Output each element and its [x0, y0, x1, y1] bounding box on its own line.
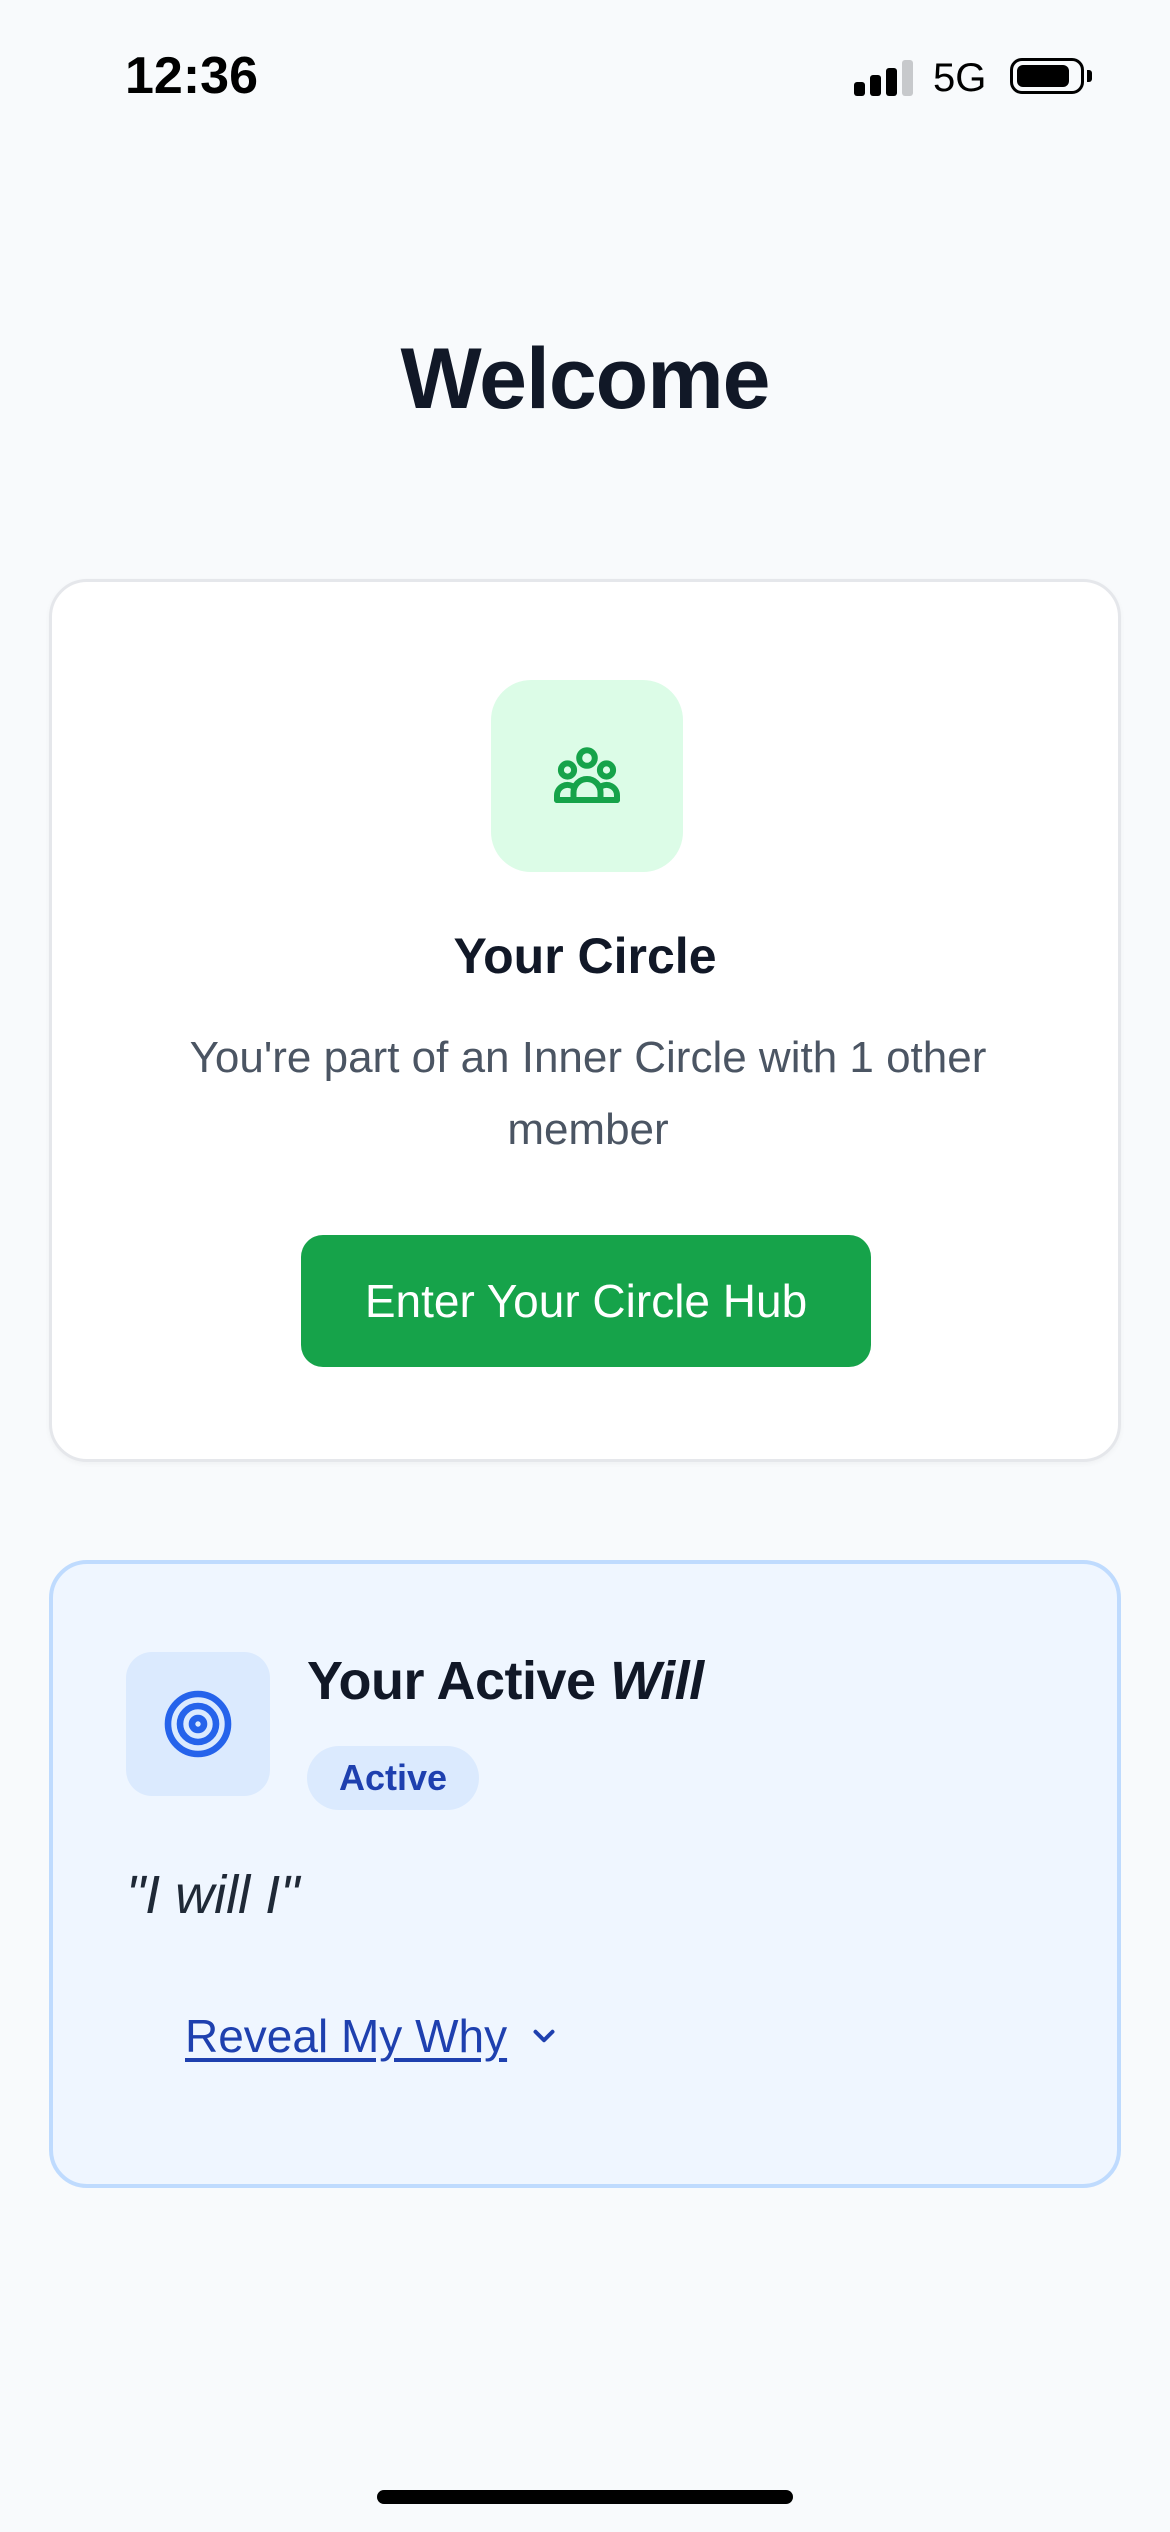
home-indicator[interactable] — [377, 2490, 793, 2504]
status-bar: 12:36 5G — [0, 0, 1170, 150]
circle-card: Your Circle You're part of an Inner Circ… — [49, 579, 1121, 1462]
reveal-my-why-label: Reveal My Why — [185, 2010, 508, 2062]
will-quote: "I will I" — [126, 1865, 300, 1925]
circle-icon-container — [491, 680, 683, 872]
group-people-icon — [553, 747, 621, 803]
active-will-card: Your Active Will Active "I will I" Revea… — [49, 1560, 1121, 2188]
reveal-my-why-link[interactable]: Reveal My Why — [185, 2009, 561, 2063]
status-time: 12:36 — [125, 47, 258, 105]
page-title: Welcome — [400, 331, 771, 427]
circle-description: You're part of an Inner Circle with 1 ot… — [189, 1033, 987, 1154]
signal-strength-icon — [854, 60, 916, 96]
will-title-emphasis: Will — [610, 1651, 704, 1711]
network-type: 5G — [933, 56, 987, 100]
enter-circle-hub-button[interactable]: Enter Your Circle Hub — [301, 1235, 871, 1367]
circle-title: Your Circle — [453, 928, 717, 984]
target-icon — [164, 1690, 232, 1758]
will-icon-container — [126, 1652, 270, 1796]
chevron-down-icon — [533, 2029, 555, 2043]
battery-icon — [1010, 58, 1084, 94]
will-title: Your Active Will — [307, 1650, 704, 1712]
status-badge: Active — [307, 1746, 480, 1810]
will-title-prefix: Your Active — [307, 1651, 611, 1711]
battery-cap — [1087, 70, 1092, 82]
